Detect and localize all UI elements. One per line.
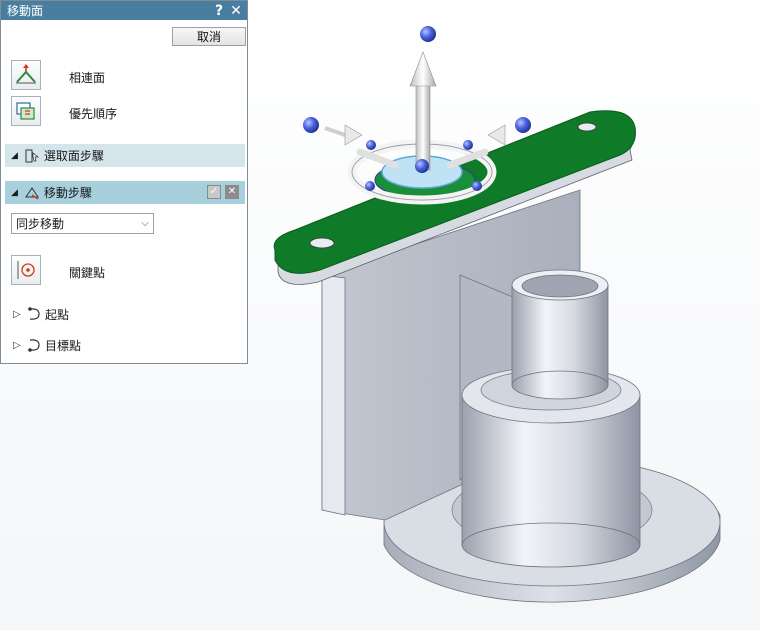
keypoint-button[interactable] (11, 255, 41, 285)
priority-order-icon (16, 102, 35, 120)
step-select-face-label: 選取面步驟 (43, 149, 104, 163)
keypoint-icon (17, 261, 35, 279)
priority-order-button[interactable] (11, 96, 41, 126)
move-step-icon (24, 186, 39, 200)
connected-faces-label: 相連面 (69, 71, 106, 85)
start-point-label: 起點 (45, 307, 70, 322)
help-icon[interactable]: ? (212, 3, 226, 19)
connected-faces-button[interactable] (11, 60, 41, 90)
expand-triangle-icon[interactable]: ▷ (13, 309, 27, 320)
expand-triangle-icon[interactable]: ▷ (13, 340, 27, 351)
collapse-triangle-icon[interactable]: ◢ (11, 188, 18, 198)
step-select-face[interactable]: ◢ 選取面步驟 (5, 144, 245, 167)
step-move-label: 移動步驟 (43, 186, 92, 200)
upper-cylinder (511, 269, 609, 400)
collapse-triangle-icon[interactable]: ◢ (11, 151, 18, 161)
start-point-icon (28, 307, 40, 320)
close-icon[interactable]: ✕ (229, 3, 243, 19)
select-face-step-icon (25, 149, 40, 162)
step-move[interactable]: ◢ 移動步驟 ✓ ✕ (5, 181, 245, 204)
move-mode-value: 同步移動 (16, 217, 65, 231)
target-point-icon (28, 339, 40, 352)
reset-icon[interactable]: ✕ (225, 185, 239, 199)
target-point-label: 目標點 (45, 338, 82, 353)
tree-target-point[interactable]: ▷ 目標點 (13, 336, 81, 354)
chevron-down-icon[interactable]: ⌵ (137, 218, 153, 229)
move-face-panel: 移動面 ? ✕ 取消 相連面 優先順序 ◢ 選取面步驟 ◢ 移動步驟 ✓ ✕ 同… (0, 0, 248, 364)
move-mode-select[interactable]: 同步移動 ⌵ (11, 213, 154, 234)
tree-start-point[interactable]: ▷ 起點 (13, 305, 69, 323)
panel-titlebar[interactable]: 移動面 ? ✕ (1, 1, 247, 20)
keypoint-label: 關鍵點 (69, 266, 106, 280)
cancel-button[interactable]: 取消 (172, 27, 246, 46)
connected-faces-icon (16, 64, 36, 84)
priority-order-label: 優先順序 (69, 107, 118, 121)
accept-icon[interactable]: ✓ (207, 185, 221, 199)
panel-title: 移動面 (7, 4, 44, 18)
